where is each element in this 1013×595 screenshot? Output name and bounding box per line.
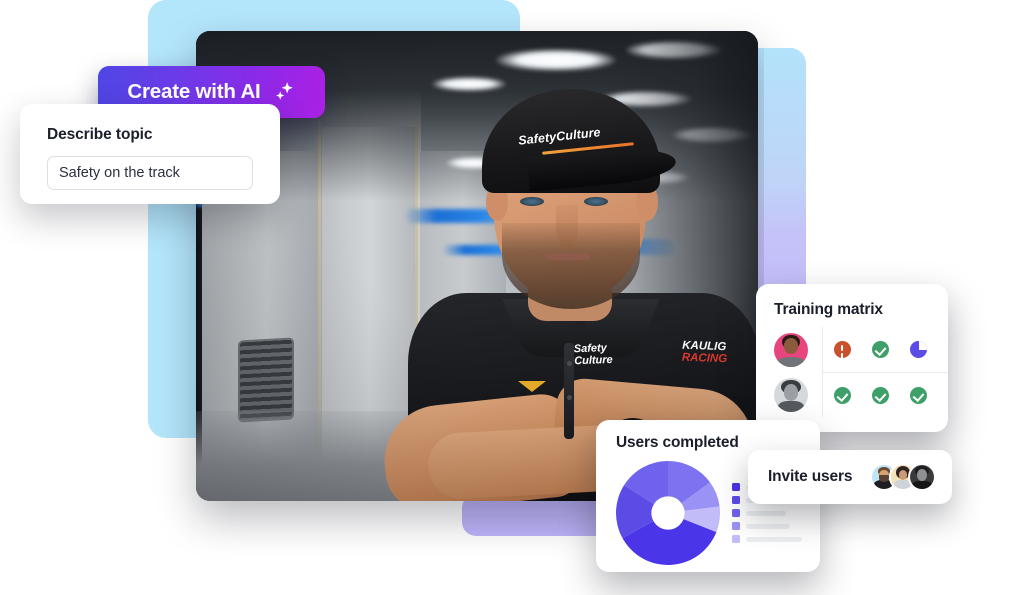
shirt-button: [567, 361, 572, 366]
shirt-logo-racing-text: RACING: [681, 351, 728, 366]
eye-left: [520, 197, 544, 206]
create-with-ai-label: Create with AI: [127, 80, 261, 103]
legend-label-placeholder: [746, 510, 786, 516]
legend-swatch: [732, 496, 740, 504]
status-badge-complete[interactable]: [871, 386, 889, 404]
legend-swatch: [732, 509, 740, 517]
training-matrix-rows: [756, 327, 948, 417]
shirt-placket: [564, 343, 574, 439]
shirt-logo-safetyculture: Safety Culture: [573, 342, 613, 367]
sparkle-icon: [270, 79, 296, 105]
training-matrix-title: Training matrix: [774, 301, 883, 318]
status-cells: [823, 372, 948, 417]
eye-right: [584, 197, 608, 206]
shirt-button: [567, 395, 572, 400]
invite-users-card[interactable]: Invite users: [748, 450, 952, 504]
status-badge-in-progress[interactable]: [910, 341, 928, 358]
describe-topic-card: Describe topic: [20, 104, 280, 204]
training-matrix-card: Training matrix: [756, 284, 948, 432]
shirt-logo-kaulig: KAULIG RACING: [682, 340, 758, 367]
nose: [556, 205, 578, 249]
table-row[interactable]: [756, 327, 948, 372]
avatar: [774, 377, 808, 412]
legend-swatch: [732, 483, 740, 491]
composite-illustration: Safety Culture KAULIG RACING SafetyCultu…: [0, 0, 1013, 595]
status-badge-alert[interactable]: [833, 341, 851, 358]
status-badge-complete[interactable]: [910, 386, 928, 404]
donut-chart: [616, 461, 720, 565]
legend-item[interactable]: [732, 535, 802, 543]
avatar-stack: [870, 463, 936, 491]
legend-label-placeholder: [746, 523, 790, 529]
chevron-logo-icon: [518, 381, 546, 392]
table-row[interactable]: [756, 372, 948, 417]
describe-topic-input[interactable]: [47, 156, 253, 190]
legend-item[interactable]: [732, 509, 802, 517]
legend-swatch: [732, 522, 740, 530]
describe-topic-label: Describe topic: [47, 126, 153, 143]
mouth: [546, 253, 590, 260]
legend-swatch: [732, 535, 740, 543]
avatar: [908, 463, 936, 491]
legend-label-placeholder: [746, 536, 802, 542]
vent-grille: [240, 339, 292, 421]
status-badge-complete[interactable]: [871, 341, 889, 358]
legend-item[interactable]: [732, 522, 802, 530]
invite-users-label: Invite users: [768, 468, 853, 485]
status-cells: [823, 327, 948, 372]
status-badge-complete[interactable]: [833, 386, 851, 404]
avatar: [774, 332, 808, 367]
